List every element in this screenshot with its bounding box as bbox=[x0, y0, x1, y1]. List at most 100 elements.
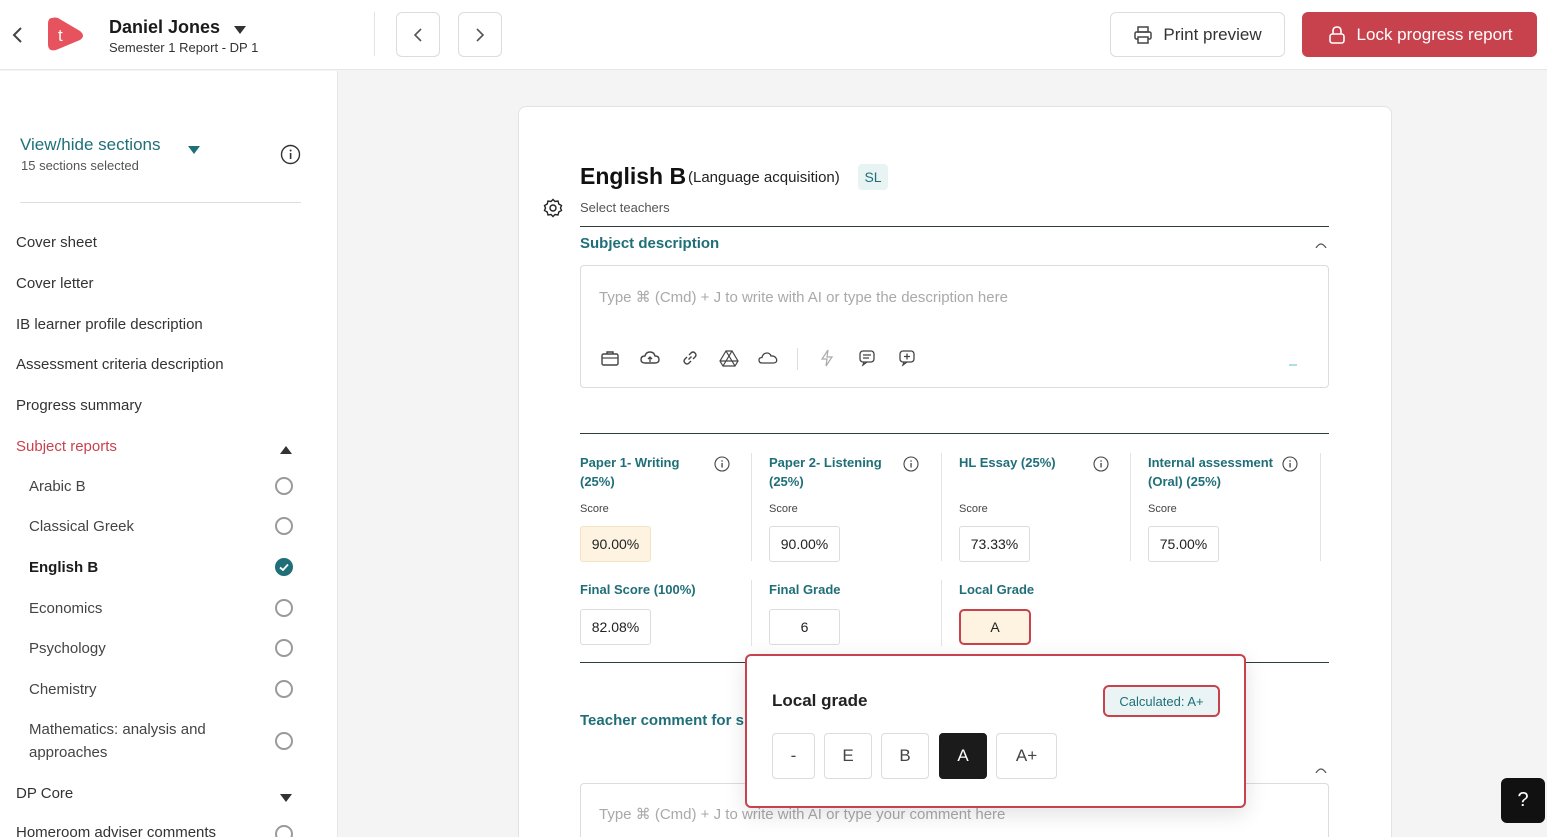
calculated-grade-badge: Calculated: A+ bbox=[1103, 685, 1220, 717]
subject-description-editor[interactable]: Type ⌘ (Cmd) + J to write with AI or typ… bbox=[580, 265, 1329, 388]
google-drive-icon[interactable] bbox=[719, 348, 739, 368]
criterion-label: HL Essay (25%) bbox=[959, 455, 1056, 470]
score-field[interactable]: 73.33% bbox=[959, 526, 1030, 562]
sidebar-item-progress-summary[interactable]: Progress summary bbox=[16, 397, 142, 414]
column-divider bbox=[941, 580, 942, 646]
info-icon[interactable] bbox=[1282, 456, 1298, 472]
column-divider bbox=[941, 453, 942, 561]
lock-label: Lock progress report bbox=[1356, 24, 1513, 44]
info-icon[interactable] bbox=[714, 456, 730, 472]
info-icon[interactable] bbox=[280, 144, 301, 165]
score-field[interactable]: 75.00% bbox=[1148, 526, 1219, 562]
onedrive-cloud-icon[interactable] bbox=[758, 348, 778, 368]
comment-icon[interactable] bbox=[857, 348, 877, 368]
sidebar: View/hide sections 15 sections selected … bbox=[0, 71, 338, 837]
previous-button[interactable] bbox=[396, 12, 440, 57]
chevron-left-icon bbox=[413, 27, 422, 42]
final-score-field: 82.08% bbox=[580, 609, 651, 645]
upload-cloud-icon[interactable] bbox=[640, 348, 660, 368]
grade-option-none[interactable]: - bbox=[772, 733, 815, 779]
help-button[interactable]: ? bbox=[1501, 778, 1545, 823]
caret-down-icon[interactable] bbox=[280, 789, 292, 802]
score-label: Score bbox=[769, 503, 798, 515]
toolbar-divider bbox=[797, 348, 798, 370]
subject-item-psychology[interactable]: Psychology bbox=[29, 637, 106, 660]
criterion-label: Paper 2- Listening (25%) bbox=[769, 455, 882, 489]
final-score-label: Final Score (100%) bbox=[580, 582, 696, 597]
local-grade-label: Local Grade bbox=[959, 582, 1035, 597]
criterion-label: Internal assessment (Oral) (25%) bbox=[1148, 455, 1274, 489]
grade-option-e[interactable]: E bbox=[824, 733, 872, 779]
subject-item-economics[interactable]: Economics bbox=[29, 597, 102, 620]
subject-item-chemistry[interactable]: Chemistry bbox=[29, 678, 97, 701]
radio-mathematics[interactable] bbox=[275, 732, 293, 750]
radio-psychology[interactable] bbox=[275, 639, 293, 657]
local-grade-field[interactable]: A bbox=[959, 609, 1031, 645]
column-divider bbox=[751, 453, 752, 561]
next-button[interactable] bbox=[458, 12, 502, 57]
back-chevron-icon[interactable] bbox=[6, 22, 28, 48]
ai-indicator-icon bbox=[1288, 354, 1298, 366]
divider bbox=[580, 433, 1329, 434]
collapse-icon[interactable] bbox=[1315, 760, 1327, 774]
toddle-logo: t bbox=[44, 14, 86, 54]
gear-icon[interactable] bbox=[543, 198, 563, 218]
criterion-label: Paper 1- Writing (25%) bbox=[580, 455, 680, 489]
briefcase-icon[interactable] bbox=[600, 348, 620, 368]
grade-option-b[interactable]: B bbox=[881, 733, 929, 779]
sidebar-item-dp-core[interactable]: DP Core bbox=[16, 785, 73, 802]
select-teachers-link[interactable]: Select teachers bbox=[580, 200, 670, 215]
caret-down-icon[interactable] bbox=[233, 22, 247, 34]
column-divider bbox=[751, 580, 752, 646]
grade-option-a-selected[interactable]: A bbox=[939, 733, 987, 779]
level-badge: SL bbox=[858, 164, 888, 190]
add-comment-icon[interactable] bbox=[897, 348, 917, 368]
sidebar-item-learner-profile[interactable]: IB learner profile description bbox=[16, 316, 203, 333]
description-placeholder: Type ⌘ (Cmd) + J to write with AI or typ… bbox=[599, 289, 1008, 306]
radio-classical-greek[interactable] bbox=[275, 517, 293, 535]
info-icon[interactable] bbox=[903, 456, 919, 472]
sidebar-item-homeroom-adviser[interactable]: Homeroom adviser comments bbox=[16, 824, 216, 837]
radio-arabic-b[interactable] bbox=[275, 477, 293, 495]
subject-item-classical-greek[interactable]: Classical Greek bbox=[29, 515, 134, 538]
score-field[interactable]: 90.00% bbox=[769, 526, 840, 562]
score-field[interactable]: 90.00% bbox=[580, 526, 651, 562]
printer-icon bbox=[1134, 25, 1153, 44]
collapse-icon[interactable] bbox=[1315, 235, 1327, 249]
info-icon[interactable] bbox=[1093, 456, 1109, 472]
svg-text:t: t bbox=[58, 26, 63, 45]
radio-english-b-checked[interactable] bbox=[275, 558, 293, 576]
grade-option-a-plus[interactable]: A+ bbox=[996, 733, 1057, 779]
report-subtitle: Semester 1 Report - DP 1 bbox=[109, 40, 259, 55]
print-preview-button[interactable]: Print preview bbox=[1110, 12, 1285, 57]
lightning-icon[interactable] bbox=[817, 348, 837, 368]
divider bbox=[374, 12, 375, 56]
teacher-comment-title: Teacher comment for s bbox=[580, 712, 744, 729]
print-preview-label: Print preview bbox=[1163, 24, 1262, 44]
sections-selected-count: 15 sections selected bbox=[21, 158, 139, 173]
divider bbox=[580, 226, 1329, 227]
final-grade-label: Final Grade bbox=[769, 582, 841, 597]
sidebar-item-cover-sheet[interactable]: Cover sheet bbox=[16, 234, 97, 251]
radio-economics[interactable] bbox=[275, 599, 293, 617]
column-divider bbox=[1320, 453, 1321, 561]
lock-progress-report-button[interactable]: Lock progress report bbox=[1302, 12, 1537, 57]
caret-down-icon[interactable] bbox=[188, 141, 200, 154]
column-divider bbox=[1130, 453, 1131, 561]
subject-item-mathematics[interactable]: Mathematics: analysis and approaches bbox=[29, 718, 249, 764]
caret-up-icon[interactable] bbox=[280, 441, 292, 454]
sidebar-item-assessment-criteria[interactable]: Assessment criteria description bbox=[16, 356, 224, 373]
sidebar-item-cover-letter[interactable]: Cover letter bbox=[16, 275, 94, 292]
radio-chemistry[interactable] bbox=[275, 680, 293, 698]
subject-description-title: Subject description bbox=[580, 235, 720, 252]
lock-icon bbox=[1328, 25, 1345, 44]
score-label: Score bbox=[1148, 503, 1177, 515]
subject-item-english-b[interactable]: English B bbox=[29, 556, 98, 579]
link-icon[interactable] bbox=[680, 348, 700, 368]
view-hide-sections-toggle[interactable]: View/hide sections bbox=[20, 135, 161, 155]
local-grade-popover: Local grade Calculated: A+ - E B A A+ bbox=[745, 654, 1246, 808]
radio-homeroom-adviser[interactable] bbox=[275, 825, 293, 837]
sidebar-item-subject-reports[interactable]: Subject reports bbox=[16, 438, 117, 455]
subject-item-arabic-b[interactable]: Arabic B bbox=[29, 475, 86, 498]
divider bbox=[20, 202, 301, 203]
